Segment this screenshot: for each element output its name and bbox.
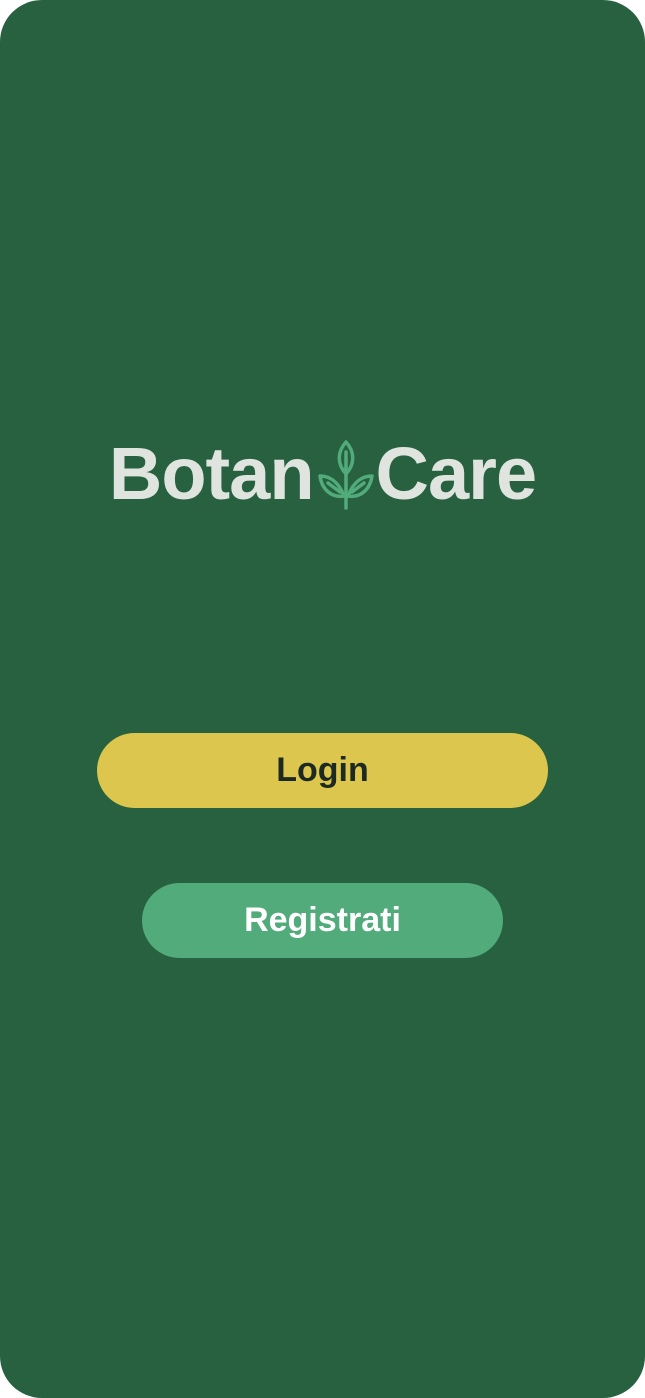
login-button[interactable]: Login bbox=[97, 733, 548, 808]
sprout-icon bbox=[317, 438, 374, 510]
welcome-screen: Botan Care Login Registrati bbox=[0, 0, 645, 1398]
logo-text-care: Care bbox=[375, 432, 538, 515]
logo-text-botan: Botan bbox=[108, 432, 315, 515]
app-logo: Botan Care bbox=[0, 432, 645, 516]
register-button[interactable]: Registrati bbox=[142, 883, 503, 958]
